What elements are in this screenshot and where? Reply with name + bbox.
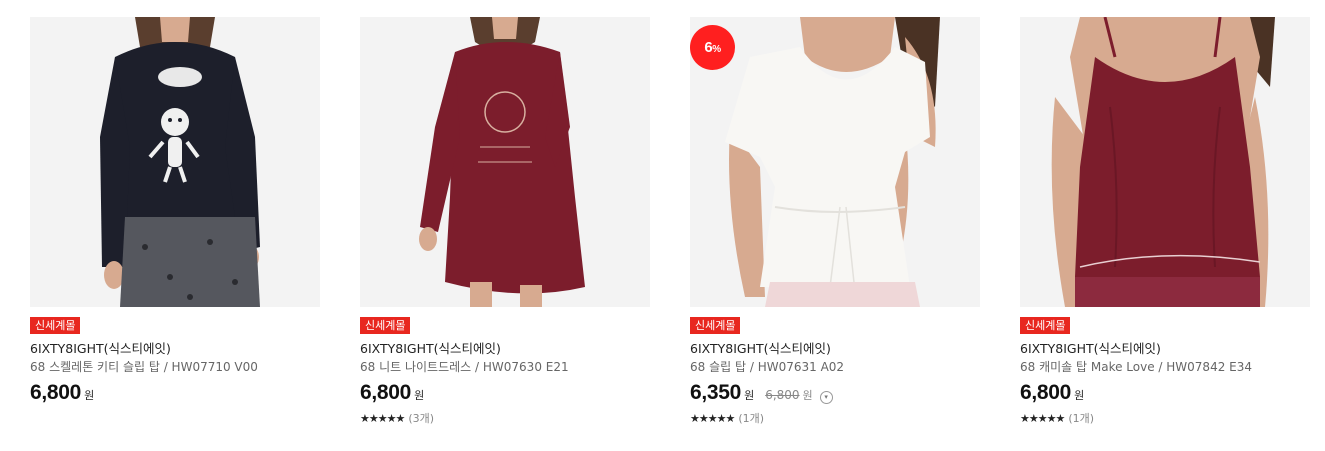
product-card[interactable]: 신세계몰 6IXTY8IGHT(식스티에잇) 68 니트 나이트드레스 / HW…: [360, 17, 650, 426]
star-rating-icon: ★★★★★: [1020, 411, 1065, 425]
product-name[interactable]: 68 니트 나이트드레스 / HW07630 E21: [360, 359, 650, 375]
product-price: 6,800: [30, 381, 82, 404]
discount-badge: 6%: [690, 25, 735, 70]
currency-label: 원: [84, 389, 95, 402]
price-row: 6,800 원: [30, 381, 320, 405]
currency-label: 원: [414, 389, 425, 402]
camisole-illustration: [1020, 17, 1310, 307]
price-row: 6,800 원: [360, 381, 650, 405]
mall-badge: 신세계몰: [360, 317, 411, 334]
star-rating-icon: ★★★★★: [690, 411, 735, 425]
rating-row: ★★★★★ (1개): [1020, 410, 1310, 426]
product-card[interactable]: 신세계몰 6IXTY8IGHT(식스티에잇) 68 캐미솔 탑 Make Lov…: [1020, 17, 1310, 426]
product-name[interactable]: 68 스켈레톤 키티 슬립 탑 / HW07710 V00: [30, 359, 320, 375]
product-image[interactable]: [30, 17, 320, 307]
white-top-illustration: [690, 17, 980, 307]
review-count[interactable]: (1개): [738, 410, 764, 426]
product-brand[interactable]: 6IXTY8IGHT(식스티에잇): [690, 341, 980, 357]
currency-label: 원: [744, 389, 755, 402]
mall-badge: 신세계몰: [1020, 317, 1071, 334]
burgundy-nightdress-illustration: [360, 17, 650, 307]
product-name[interactable]: 68 캐미솔 탑 Make Love / HW07842 E34: [1020, 359, 1310, 375]
currency-label: 원: [1074, 389, 1085, 402]
product-card[interactable]: 신세계몰 6IXTY8IGHT(식스티에잇) 68 스켈레톤 키티 슬립 탑 /…: [30, 17, 320, 405]
mall-badge: 신세계몰: [690, 317, 741, 334]
product-brand[interactable]: 6IXTY8IGHT(식스티에잇): [1020, 341, 1310, 357]
mall-badge: 신세계몰: [30, 317, 81, 334]
product-image[interactable]: 6%: [690, 17, 980, 307]
discount-unit: %: [712, 43, 721, 55]
black-top-illustration: [30, 17, 320, 307]
product-brand[interactable]: 6IXTY8IGHT(식스티에잇): [360, 341, 650, 357]
original-currency-label: 원: [802, 389, 813, 402]
product-grid: 신세계몰 6IXTY8IGHT(식스티에잇) 68 스켈레톤 키티 슬립 탑 /…: [0, 0, 1325, 451]
review-count[interactable]: (3개): [408, 410, 434, 426]
review-count[interactable]: (1개): [1068, 410, 1094, 426]
product-image[interactable]: [360, 17, 650, 307]
product-price: 6,800: [360, 381, 412, 404]
price-row: 6,350 원 6,800 원 ▾: [690, 381, 980, 405]
product-price: 6,350: [690, 381, 742, 404]
product-price: 6,800: [1020, 381, 1072, 404]
rating-row: ★★★★★ (3개): [360, 410, 650, 426]
product-brand[interactable]: 6IXTY8IGHT(식스티에잇): [30, 341, 320, 357]
discount-value: 6: [704, 39, 713, 56]
product-name[interactable]: 68 슬립 탑 / HW07631 A02: [690, 359, 980, 375]
price-info-icon[interactable]: ▾: [819, 391, 833, 404]
rating-row: ★★★★★ (1개): [690, 410, 980, 426]
price-row: 6,800 원: [1020, 381, 1310, 405]
star-rating-icon: ★★★★★: [360, 411, 405, 425]
product-image[interactable]: [1020, 17, 1310, 307]
product-card[interactable]: 6% 신세계몰 6IXTY8IGHT(식스티에잇) 68 슬립 탑 / HW07…: [690, 17, 980, 426]
original-price: 6,800: [765, 388, 800, 402]
